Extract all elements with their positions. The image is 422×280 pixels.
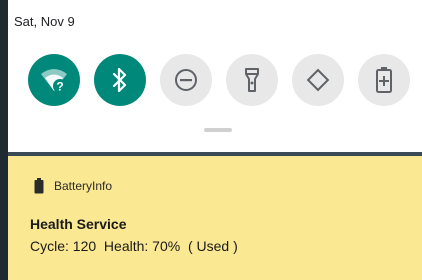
status-date: Sat, Nov 9 xyxy=(14,14,75,29)
tile-flashlight[interactable] xyxy=(226,54,278,106)
flashlight-icon xyxy=(245,68,259,92)
wifi-unknown-icon: ? xyxy=(41,69,67,94)
panel-drag-handle[interactable] xyxy=(204,128,232,132)
bluetooth-icon xyxy=(112,68,127,92)
notification-app-name: BatteryInfo xyxy=(54,179,113,193)
tile-wifi[interactable]: ? xyxy=(28,54,80,106)
battery-saver-icon xyxy=(376,67,392,93)
tile-auto-rotate[interactable] xyxy=(292,54,344,106)
auto-rotate-icon xyxy=(306,68,330,92)
left-edge xyxy=(0,0,8,280)
tile-battery-saver[interactable] xyxy=(358,54,410,106)
notification-card[interactable]: BatteryInfo Health Service Cycle: 120 He… xyxy=(8,156,422,280)
quick-settings-panel: Sat, Nov 9 ? xyxy=(8,0,422,152)
svg-text:?: ? xyxy=(56,80,63,94)
tile-bluetooth[interactable] xyxy=(94,54,146,106)
battery-icon xyxy=(34,178,44,194)
notification-header: BatteryInfo xyxy=(34,178,112,194)
tile-do-not-disturb[interactable] xyxy=(160,54,212,106)
notification-text: Cycle: 120 Health: 70% ( Used ) xyxy=(30,238,238,254)
quick-settings-tiles: ? xyxy=(28,54,410,106)
notification-title: Health Service xyxy=(30,216,127,232)
do-not-disturb-icon xyxy=(175,69,197,91)
